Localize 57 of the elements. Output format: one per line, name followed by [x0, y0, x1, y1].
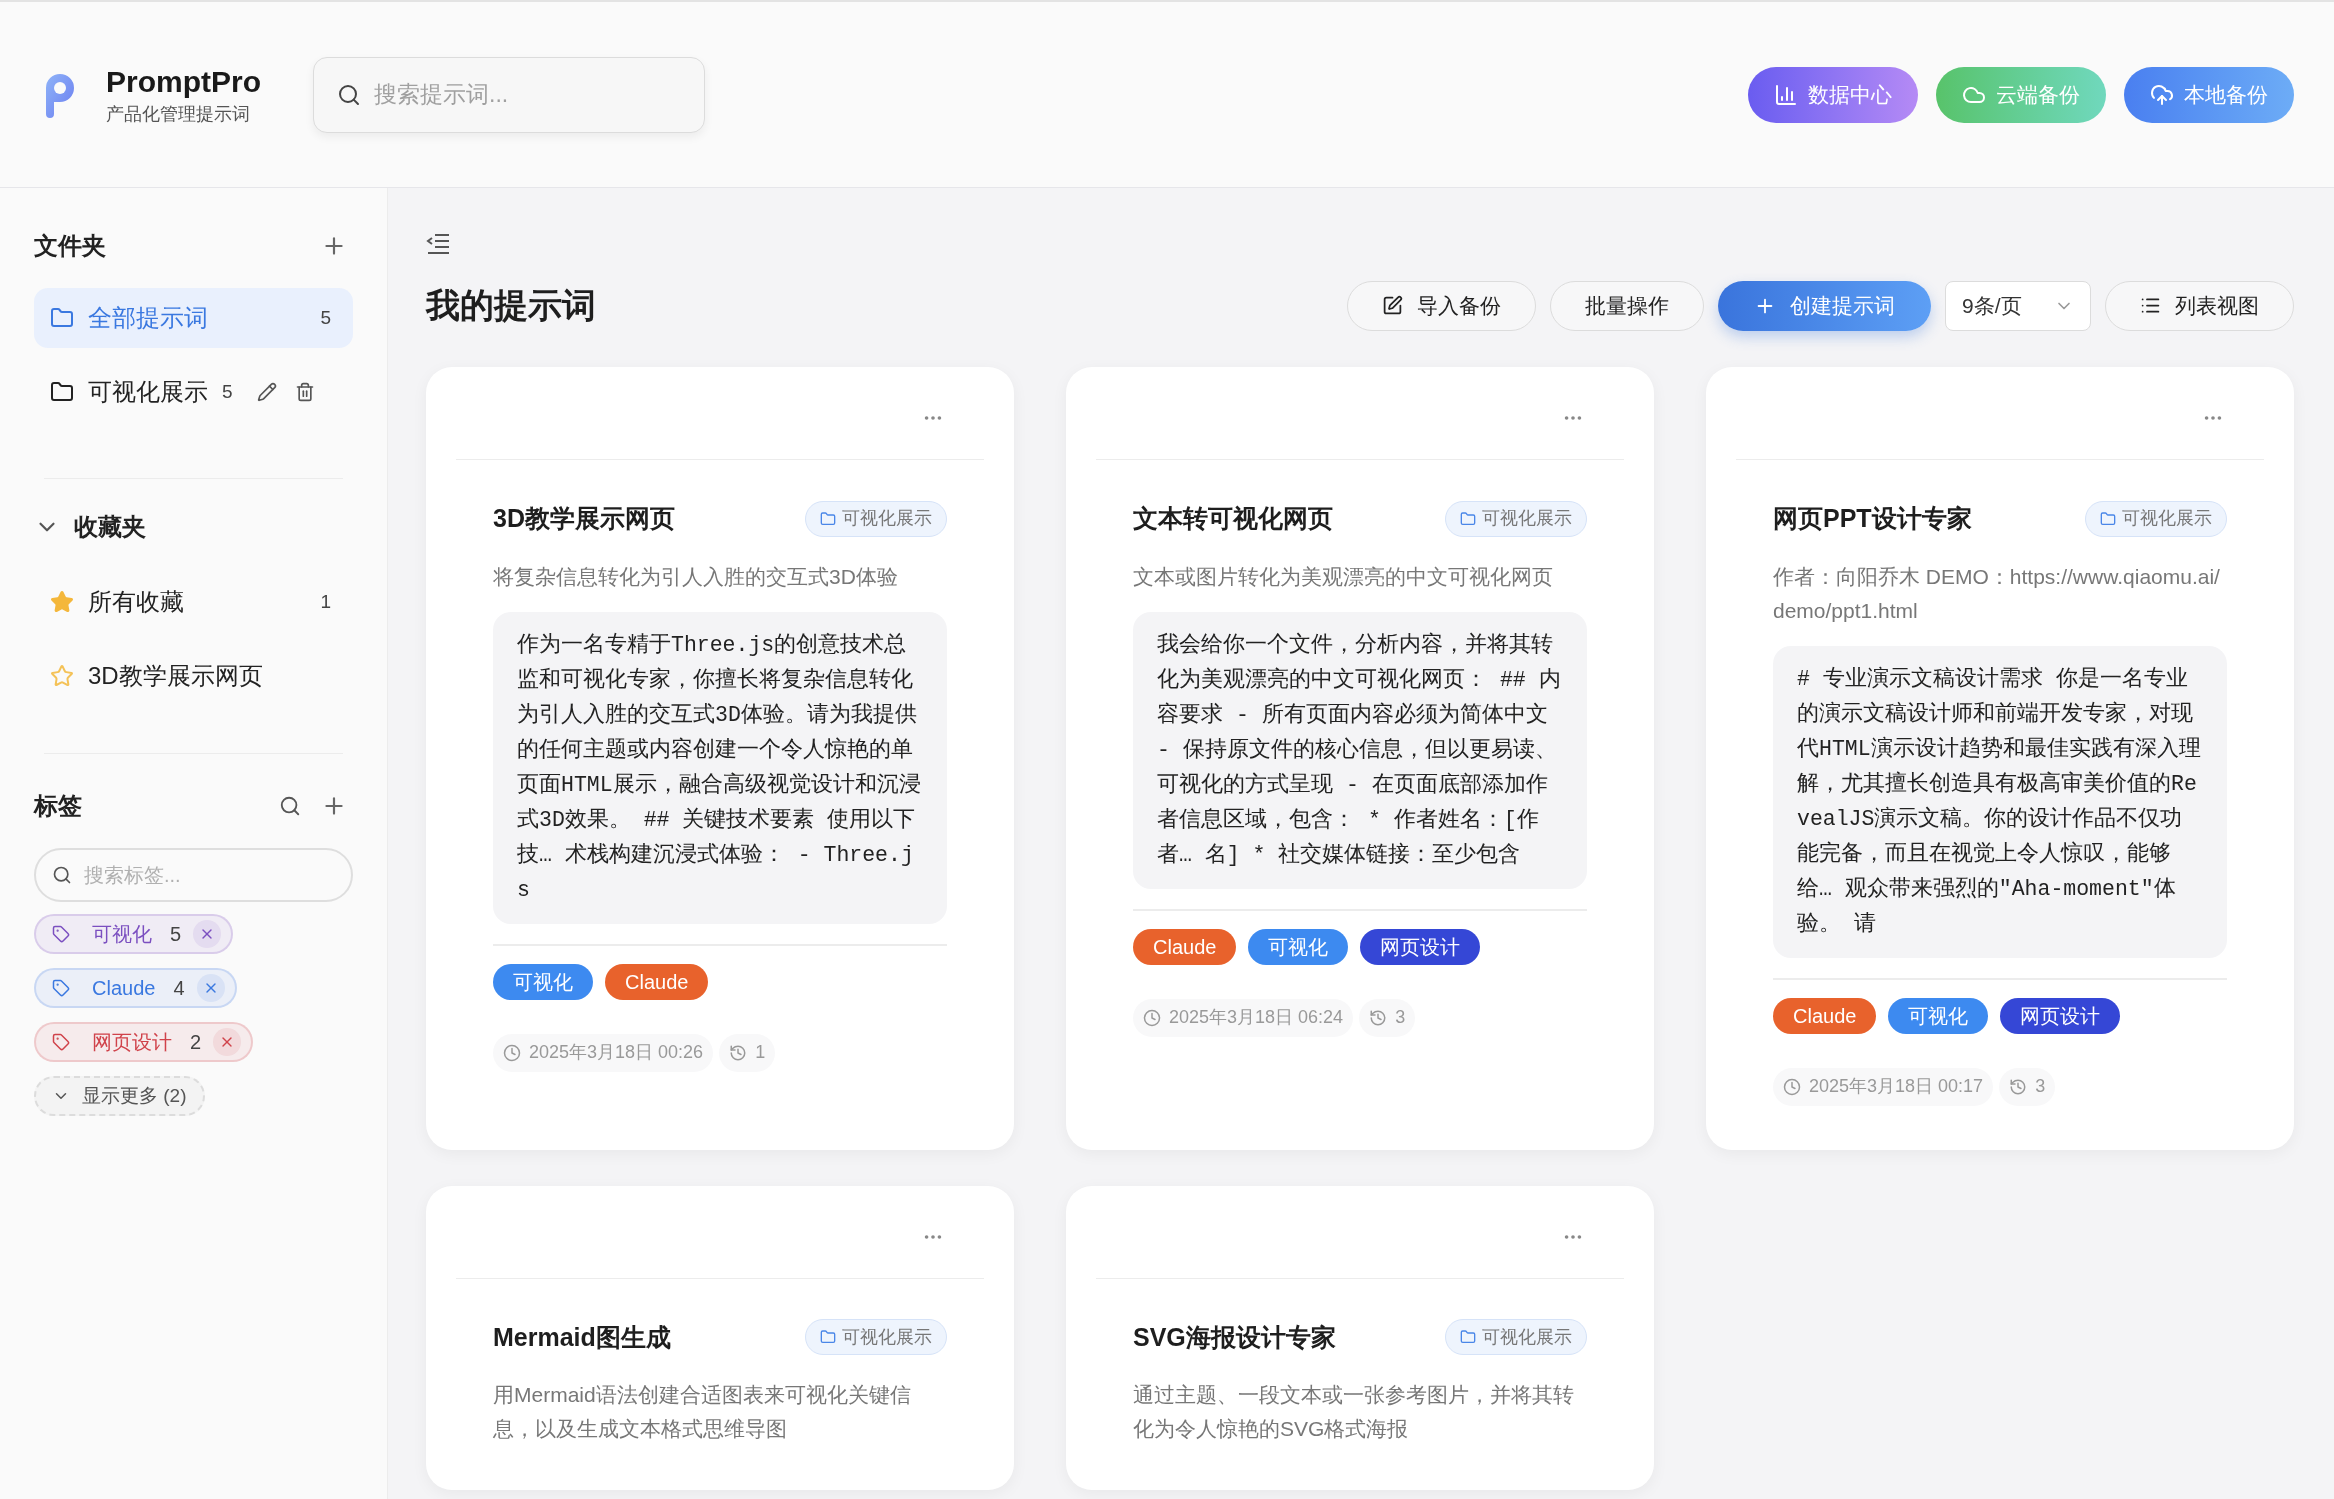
- prompt-card[interactable]: Mermaid图生成 可视化展示 用Mermaid语法创建合适图表来可视化关键信息，以及生成文本格式思维导图: [426, 1185, 1014, 1490]
- folder-count: 5: [320, 305, 331, 330]
- list-view-button[interactable]: 列表视图: [2105, 280, 2294, 331]
- folder-badge: 可视化展示: [805, 500, 947, 537]
- date-chip: 2025年3月18日 00:17: [1773, 1067, 1994, 1106]
- section-title: 标签: [34, 791, 82, 821]
- search-field[interactable]: 搜索提示词...: [313, 56, 705, 133]
- card-description: 通过主题、一段文本或一张参考图片，并将其转化为令人惊艳的SVG格式海报: [1133, 1382, 1575, 1442]
- favorite-count: 1: [320, 589, 331, 614]
- tag-label: Claude: [92, 976, 156, 1001]
- tag-count: 2: [190, 1030, 202, 1055]
- favorite-item[interactable]: 所有收藏 1: [34, 565, 353, 639]
- tag-search-field[interactable]: 搜索标签...: [34, 848, 353, 902]
- prompt-content: 作为一名专精于Three.js的创意技术总监和可视化专家，你擅长将复杂信息转化为引人入胜的交互式3D体验。请为我提供的任何主题或内容创建一个令人惊艳的单页面HTML展示，融合高级视觉设计和沉浸式3D效果。 ## 关键技术要素 使用以下技… 术栈构建沉浸式体验： - Three.js: [493, 611, 947, 924]
- tag-label: 网页设计: [92, 1030, 172, 1055]
- card-title: 网页PPT设计专家: [1773, 503, 1972, 534]
- tag-count: 4: [173, 976, 185, 1001]
- favorite-item[interactable]: 3D教学展示网页: [34, 639, 353, 713]
- card-title: Mermaid图生成: [493, 1321, 671, 1353]
- card-title: SVG海报设计专家: [1133, 1321, 1336, 1353]
- tag-label: 可视化: [92, 922, 152, 947]
- card-description: 将复杂信息转化为引人入胜的交互式3D体验: [493, 563, 899, 590]
- tag-chip[interactable]: Claude 4: [34, 968, 237, 1008]
- folder-badge: 可视化展示: [1445, 500, 1587, 537]
- usage-chip: 3: [1359, 998, 1416, 1037]
- card-description: 用Mermaid语法创建合适图表来可视化关键信息，以及生成文本格式思维导图: [493, 1382, 912, 1442]
- section-title: 收藏夹: [74, 512, 146, 542]
- card-title: 3D教学展示网页: [493, 503, 675, 534]
- usage-chip: 1: [719, 1033, 776, 1072]
- tag-chip[interactable]: 网页设计 2: [34, 1022, 254, 1062]
- card-description: 文本或图片转化为美观漂亮的中文可视化网页: [1133, 563, 1554, 590]
- folder-item[interactable]: 可视化展示 5: [34, 362, 353, 422]
- folder-item[interactable]: 全部提示词 5: [34, 288, 353, 348]
- date-chip: 2025年3月18日 00:26: [493, 1033, 714, 1072]
- section-title: 文件夹: [34, 231, 106, 261]
- batch-button[interactable]: 批量操作: [1550, 280, 1704, 331]
- card-description: 作者：向阳乔木 DEMO：https://www.qiaomu.ai/demo/ppt1.html: [1773, 563, 2221, 624]
- usage-chip: 3: [1999, 1067, 2056, 1106]
- prompt-card[interactable]: SVG海报设计专家 可视化展示 通过主题、一段文本或一张参考图片，并将其转化为令人惊艳的SVG格式海报: [1066, 1185, 1654, 1490]
- page-size-select[interactable]: 9条/页: [1945, 280, 2091, 331]
- prompt-content: 我会给你一个文件，分析内容，并将其转化为美观漂亮的中文可视化网页： ## 内容要求 - 所有页面内容必须为简体中文 - 保持原文件的核心信息，但以更易读、可视化的方式呈现 - 在页面底部添加作者信息区域，包含： * 作者姓名：[作者… 名] * 社交媒体链接：至少包含: [1133, 611, 1587, 889]
- app-name: PromptPro: [106, 66, 261, 97]
- import-button[interactable]: 导入备份: [1347, 280, 1536, 331]
- folder-badge: 可视化展示: [1445, 1319, 1587, 1356]
- page-title: 我的提示词: [426, 285, 596, 326]
- tag-pill[interactable]: 网页设计: [2000, 997, 2121, 1034]
- folder-badge: 可视化展示: [2085, 500, 2227, 537]
- folder-count: 5: [222, 379, 233, 404]
- prompt-content: # 专业演示文稿设计需求 你是一名专业的演示文稿设计师和前端开发专家，对现代HTML演示设计趋势和最佳实践有深入理解，尤其擅长创造具有极高审美价值的RevealJS演示文稿。你的设计作品不仅功能完备，而且在视觉上令人惊叹，能够给… 观众带来强烈的"Aha-moment"体验。 请: [1773, 645, 2227, 958]
- date-chip: 2025年3月18日 06:24: [1133, 998, 1354, 1037]
- show-more-button[interactable]: 显示更多 (2): [34, 1076, 205, 1116]
- card-title: 文本转可视化网页: [1133, 503, 1333, 534]
- app-subtitle: 产品化管理提示词: [106, 104, 251, 123]
- tag-chip[interactable]: 可视化 5: [34, 914, 234, 954]
- tag-count: 5: [170, 922, 182, 947]
- folder-badge: 可视化展示: [805, 1319, 947, 1356]
- tag-pill[interactable]: 网页设计: [1360, 928, 1481, 965]
